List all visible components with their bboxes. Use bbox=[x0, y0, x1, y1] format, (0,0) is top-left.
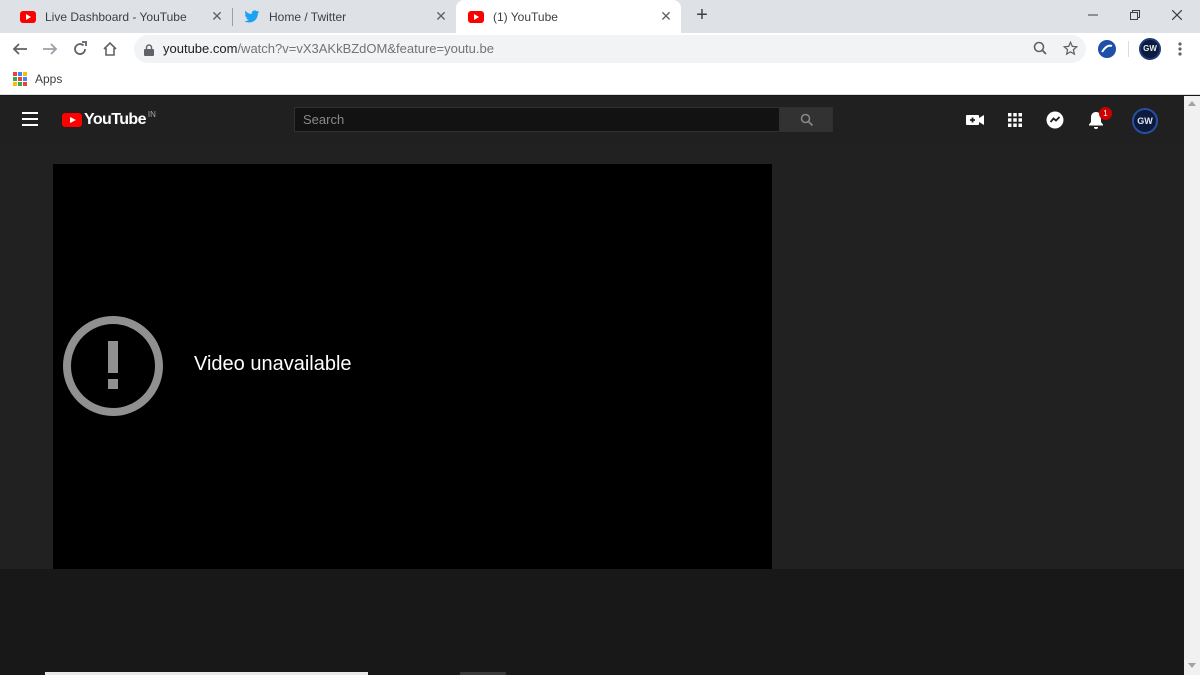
apps-label: Apps bbox=[35, 72, 63, 86]
bookmark-star-icon[interactable] bbox=[1062, 40, 1078, 57]
browser-toolbar: youtube.com/watch?v=vX3AKkBZdOM&feature=… bbox=[0, 33, 1200, 65]
tab-strip: Live Dashboard - YouTube ✕ Home / Twitte… bbox=[0, 0, 1200, 33]
menu-hamburger-icon[interactable] bbox=[22, 112, 40, 126]
bookmarks-bar: Apps bbox=[0, 65, 1200, 95]
toolbar-divider bbox=[1128, 41, 1129, 57]
forward-arrow-icon[interactable] bbox=[38, 37, 62, 61]
notification-badge: 1 bbox=[1099, 107, 1112, 120]
tab-title: Home / Twitter bbox=[269, 9, 347, 24]
reload-icon[interactable] bbox=[68, 37, 92, 61]
twitter-icon bbox=[244, 9, 260, 25]
search-button[interactable] bbox=[780, 107, 833, 132]
close-window-icon[interactable] bbox=[1162, 4, 1192, 26]
youtube-account-avatar[interactable]: GW bbox=[1132, 108, 1158, 134]
apps-bookmark[interactable]: Apps bbox=[13, 72, 62, 86]
youtube-icon bbox=[468, 9, 484, 25]
url-host: youtube.com bbox=[163, 41, 238, 56]
search-box[interactable] bbox=[294, 107, 780, 132]
apps-grid-icon bbox=[13, 72, 27, 86]
video-player[interactable]: Video unavailable bbox=[53, 164, 772, 569]
page-scrollbar[interactable] bbox=[1184, 96, 1200, 675]
tab-title: (1) YouTube bbox=[493, 9, 558, 24]
tab-close-icon[interactable]: ✕ bbox=[434, 9, 448, 23]
youtube-icon bbox=[20, 9, 36, 25]
extension-icon[interactable] bbox=[1098, 40, 1116, 58]
url-path: /watch?v=vX3AKkBZdOM&feature=youtu.be bbox=[237, 41, 494, 56]
apps-grid-icon[interactable] bbox=[1003, 108, 1027, 132]
create-video-icon[interactable] bbox=[963, 108, 987, 132]
minimize-icon[interactable] bbox=[1078, 4, 1108, 26]
search-icon bbox=[800, 113, 814, 127]
browser-profile-avatar[interactable]: GW bbox=[1139, 38, 1161, 60]
video-unavailable-message: Video unavailable bbox=[194, 353, 352, 375]
tab-title: Live Dashboard - YouTube bbox=[45, 9, 187, 24]
youtube-wordmark: YouTube bbox=[84, 111, 146, 128]
search-input[interactable] bbox=[295, 108, 779, 131]
home-icon[interactable] bbox=[98, 37, 122, 61]
youtube-logo[interactable]: YouTube IN bbox=[62, 111, 156, 129]
tab-close-icon[interactable]: ✕ bbox=[659, 9, 673, 23]
back-arrow-icon[interactable] bbox=[8, 37, 32, 61]
tab-close-icon[interactable]: ✕ bbox=[210, 9, 224, 23]
url-text: youtube.com/watch?v=vX3AKkBZdOM&feature=… bbox=[163, 41, 494, 56]
tab-youtube-active[interactable]: (1) YouTube ✕ bbox=[456, 0, 681, 33]
browser-menu-icon[interactable] bbox=[1170, 39, 1190, 59]
address-bar[interactable]: youtube.com/watch?v=vX3AKkBZdOM&feature=… bbox=[134, 35, 1086, 63]
youtube-play-icon bbox=[62, 113, 82, 127]
youtube-header: YouTube IN bbox=[0, 96, 1184, 144]
restore-icon[interactable] bbox=[1120, 4, 1150, 26]
tab-twitter[interactable]: Home / Twitter ✕ bbox=[224, 0, 456, 33]
messages-icon[interactable] bbox=[1043, 108, 1067, 132]
error-exclamation-icon bbox=[62, 315, 164, 417]
scroll-down-arrow-icon[interactable] bbox=[1188, 663, 1196, 668]
country-code: IN bbox=[147, 110, 156, 119]
scroll-up-arrow-icon[interactable] bbox=[1188, 101, 1196, 106]
below-player-area bbox=[0, 569, 1184, 675]
tab-live-dashboard[interactable]: Live Dashboard - YouTube ✕ bbox=[0, 0, 232, 33]
lock-icon bbox=[144, 43, 154, 56]
zoom-search-icon[interactable] bbox=[1032, 41, 1048, 57]
new-tab-button[interactable]: + bbox=[690, 4, 714, 28]
